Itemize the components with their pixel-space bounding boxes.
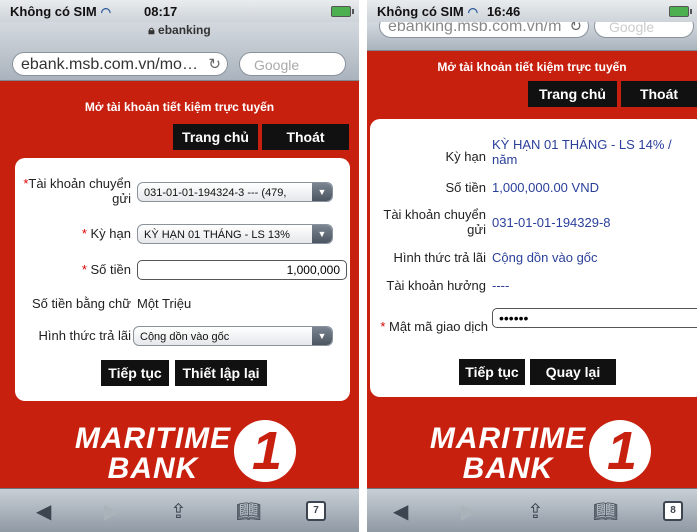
account-label: Tài khoản chuyển gửi xyxy=(383,207,486,237)
search-input[interactable]: Google xyxy=(239,52,346,76)
term-select[interactable]: KỲ HẠN 01 THÁNG - LS 13% ▼ xyxy=(137,224,333,244)
amount-input[interactable]: 1,000,000 xyxy=(137,260,347,280)
maritime-bank-logo: MARITIME BANK xyxy=(429,422,587,485)
back-button[interactable]: Quay lại xyxy=(530,359,616,385)
continue-button[interactable]: Tiếp tục xyxy=(101,360,169,386)
otp-label: * Mật mã giao dịch xyxy=(380,319,488,334)
interest-value: Cộng dồn vào gốc xyxy=(492,250,598,265)
amount-words-value: Một Triệu xyxy=(137,296,192,311)
share-icon[interactable]: ⇪ xyxy=(170,499,187,524)
chevron-down-icon: ▼ xyxy=(312,183,332,201)
home-button[interactable]: Trang chủ xyxy=(173,124,258,150)
tabs-icon[interactable]: 7 xyxy=(306,501,326,521)
share-icon[interactable]: ⇪ xyxy=(527,499,544,524)
bookmarks-icon[interactable]: 📖︎ xyxy=(236,499,261,524)
page-title: Mở tài khoản tiết kiệm trực tuyến xyxy=(437,60,627,74)
exit-button[interactable]: Thoát xyxy=(621,81,697,107)
reset-button[interactable]: Thiết lập lại xyxy=(175,360,267,386)
battery-icon xyxy=(331,6,354,17)
chevron-down-icon: ▼ xyxy=(312,225,332,243)
amount-value: 1,000,000.00 VND xyxy=(492,180,599,195)
interest-label: Hình thức trả lãi xyxy=(393,250,486,265)
otp-password-input[interactable]: •••••• xyxy=(492,308,697,328)
form-panel: *Tài khoản chuyển gửi 031-01-01-194324-3… xyxy=(15,158,350,401)
browser-toolbar: ◀ ▶ ⇪ 📖︎ 7 xyxy=(0,488,359,532)
url-input[interactable]: ebank.msb.com.vn/mo… ↻ xyxy=(12,52,228,76)
page-domain-title: ebanking xyxy=(158,23,211,37)
browser-toolbar: ◀ ▶ ⇪ 📖︎ 8 xyxy=(367,488,697,532)
carrier-label: Không có SIM xyxy=(377,4,464,19)
logo-mark-icon xyxy=(234,420,296,482)
confirm-panel: Kỳ hạn KỲ HẠN 01 THÁNG - LS 14% / năm Số … xyxy=(370,119,697,397)
back-icon[interactable]: ◀ xyxy=(393,499,408,524)
back-icon[interactable]: ◀ xyxy=(36,499,51,524)
beneficiary-label: Tài khoản hưởng xyxy=(386,278,486,293)
bookmarks-icon[interactable]: 📖︎ xyxy=(593,499,618,524)
logo-mark-icon xyxy=(589,420,651,482)
maritime-bank-logo: MARITIME BANK xyxy=(74,422,232,485)
interest-label: Hình thức trả lãi xyxy=(38,328,131,343)
continue-button[interactable]: Tiếp tục xyxy=(459,359,525,385)
tabs-icon[interactable]: 8 xyxy=(663,501,683,521)
amount-label: * Số tiền xyxy=(81,262,131,277)
address-bar: ebanking.msb.com.vn/m ↻ Google xyxy=(367,14,697,51)
url-text: ebank.msb.com.vn/mo… xyxy=(21,56,198,73)
status-bar: Không có SIM ◠ 08:17 xyxy=(0,0,359,22)
wifi-icon: ◠ xyxy=(467,5,479,19)
account-value: 031-01-01-194329-8 xyxy=(492,215,611,230)
chevron-down-icon: ▼ xyxy=(312,327,332,345)
clock: 16:46 xyxy=(487,4,521,19)
page-title: Mở tài khoản tiết kiệm trực tuyến xyxy=(84,100,275,114)
term-label: * Kỳ hạn xyxy=(81,226,131,241)
reload-icon[interactable]: ↻ xyxy=(208,53,221,75)
home-button[interactable]: Trang chủ xyxy=(528,81,617,107)
account-select[interactable]: 031-01-01-194324-3 --- (479, ▼ xyxy=(137,182,333,202)
phone-screen-right: ebanking.msb.com.vn/m ↻ Google Không có S… xyxy=(367,0,697,532)
carrier-label: Không có SIM xyxy=(10,4,97,19)
exit-button[interactable]: Thoát xyxy=(262,124,349,150)
term-value: KỲ HẠN 01 THÁNG - LS 14% / năm xyxy=(492,137,672,167)
status-bar: Không có SIM ◠ 16:46 xyxy=(367,0,697,22)
address-bar: 🔒︎ ebanking ebank.msb.com.vn/mo… ↻ Google xyxy=(0,22,359,81)
interest-select[interactable]: Cộng dồn vào gốc ▼ xyxy=(133,326,333,346)
clock: 08:17 xyxy=(144,4,178,19)
amount-label: Số tiền xyxy=(445,180,486,195)
lock-icon: 🔒︎ xyxy=(148,23,155,37)
battery-icon xyxy=(669,6,692,17)
amount-words-label: Số tiền bằng chữ xyxy=(31,296,131,311)
term-label: Kỳ hạn xyxy=(445,149,486,164)
divider xyxy=(359,0,367,532)
account-label: *Tài khoản chuyển gửi xyxy=(23,176,131,206)
beneficiary-value: ---- xyxy=(492,278,510,293)
phone-screen-left: Không có SIM ◠ 08:17 🔒︎ ebanking ebank.ms… xyxy=(0,0,359,532)
wifi-icon: ◠ xyxy=(100,5,112,19)
forward-icon[interactable]: ▶ xyxy=(461,499,476,524)
forward-icon[interactable]: ▶ xyxy=(104,499,119,524)
